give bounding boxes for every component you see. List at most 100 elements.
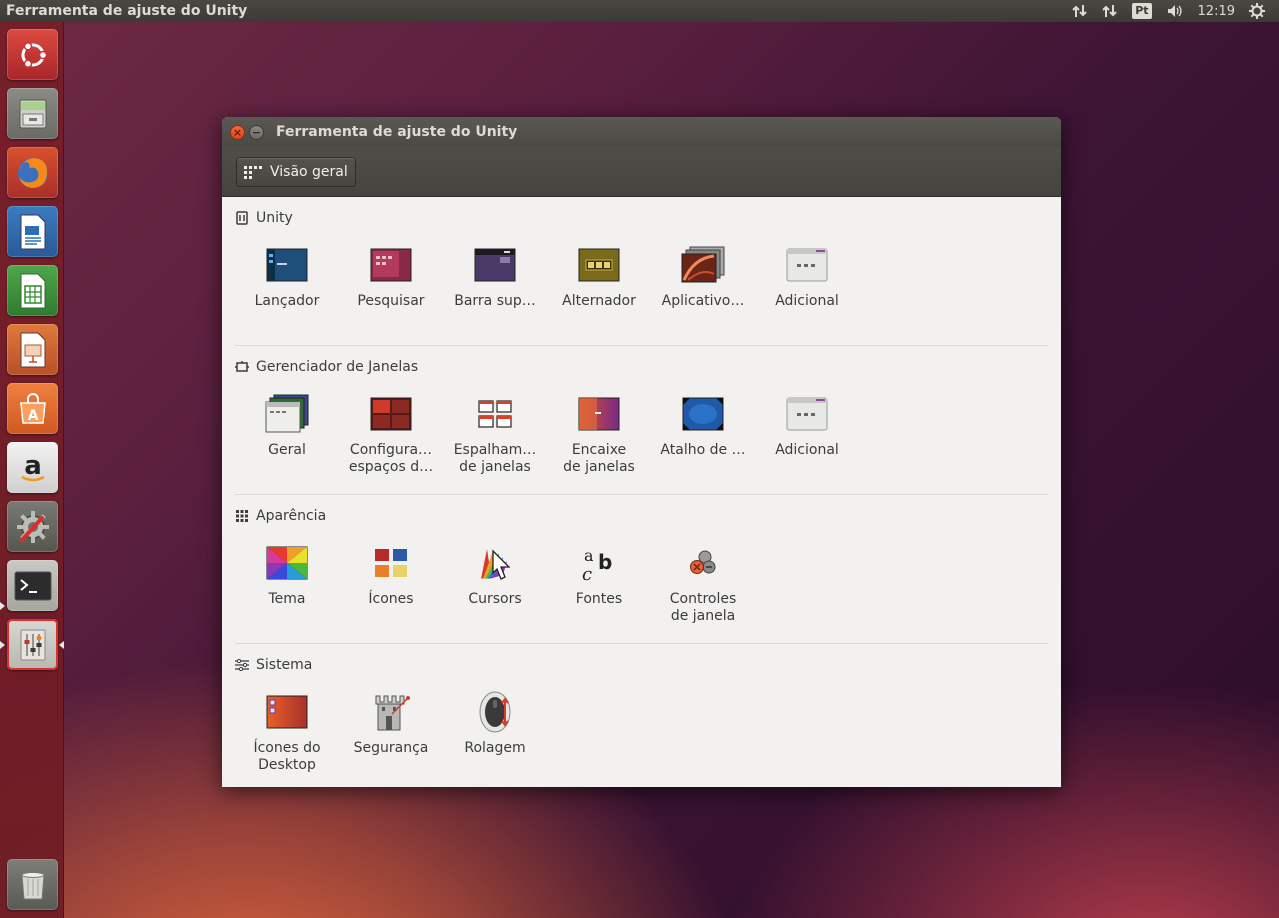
- window-spread-icon: [471, 390, 519, 438]
- gear-icon[interactable]: [1249, 3, 1265, 19]
- network-icon[interactable]: [1072, 3, 1088, 19]
- minimize-icon: −: [251, 125, 262, 139]
- item-label: Tema: [268, 591, 306, 607]
- launcher-item-trash[interactable]: [7, 859, 58, 910]
- item-label: Alternador: [562, 293, 636, 309]
- section-unity: Unity Lançador Pesquisar Barra sup… Alte…: [235, 207, 1048, 346]
- top-panel: Ferramenta de ajuste do Unity Pt 12:19: [0, 0, 1279, 22]
- item-fonts[interactable]: abc Fontes: [547, 539, 651, 625]
- launcher-icon: [263, 241, 311, 289]
- window-controls-icon: [679, 539, 727, 587]
- item-label: Segurança: [353, 740, 429, 756]
- item-label: Controles de janela: [669, 591, 737, 624]
- unity-section-icon: [235, 211, 249, 225]
- amazon-icon: a: [20, 451, 45, 481]
- section-title: Unity: [256, 210, 293, 226]
- keyboard-layout-indicator[interactable]: Pt: [1132, 3, 1152, 19]
- item-icons[interactable]: Ícones: [339, 539, 443, 625]
- item-security[interactable]: Segurança: [339, 688, 443, 774]
- item-label: Cursors: [468, 591, 522, 607]
- workspace-icon: [367, 390, 415, 438]
- network-icon-2[interactable]: [1102, 3, 1118, 19]
- section-items: Geral Configura… espaços d… Espalham… de…: [235, 378, 1048, 476]
- item-window-snapping[interactable]: Encaixe de janelas: [547, 390, 651, 476]
- launcher-running-indicator: [0, 602, 5, 610]
- launcher-item-calc[interactable]: [7, 265, 58, 316]
- item-label: Atalho de …: [660, 442, 746, 458]
- item-workspace-settings[interactable]: Configura… espaços d…: [339, 390, 443, 476]
- panel-app-title: Ferramenta de ajuste do Unity: [6, 3, 248, 19]
- item-search[interactable]: Pesquisar: [339, 241, 443, 310]
- tweak-tool-icon: [20, 629, 45, 660]
- section-system: Sistema Ícones do Desktop Segurança Rola…: [235, 654, 1048, 787]
- desktop-icons-icon: [263, 688, 311, 736]
- section-title: Sistema: [256, 657, 313, 673]
- system-section-icon: [235, 658, 249, 672]
- hotcorners-icon: [679, 390, 727, 438]
- item-label: Ícones: [368, 591, 414, 607]
- item-desktop-icons[interactable]: Ícones do Desktop: [235, 688, 339, 774]
- launcher-item-firefox[interactable]: [7, 147, 58, 198]
- terminal-icon: [14, 571, 51, 600]
- firefox-icon: [17, 157, 48, 188]
- section-title: Gerenciador de Janelas: [256, 359, 419, 375]
- search-icon: [367, 241, 415, 289]
- svg-text:a: a: [584, 546, 594, 565]
- section-title: Aparência: [256, 508, 327, 524]
- launcher-item-system-settings[interactable]: [7, 501, 58, 552]
- item-label: Aplicativo…: [661, 293, 745, 309]
- item-additional-wm[interactable]: Adicional: [755, 390, 859, 476]
- item-label: Ícones do Desktop: [253, 740, 321, 773]
- ubuntu-logo-icon: [21, 41, 47, 68]
- launcher-item-dash[interactable]: [7, 29, 58, 80]
- top-bar-icon: [471, 241, 519, 289]
- launcher-item-unity-tweak-tool[interactable]: [7, 619, 58, 670]
- minimize-button[interactable]: −: [249, 124, 264, 140]
- item-hot-corners[interactable]: Atalho de …: [651, 390, 755, 476]
- launcher-item-software-center[interactable]: A: [7, 383, 58, 434]
- item-label: Adicional: [775, 293, 839, 309]
- launcher-item-impress[interactable]: [7, 324, 58, 375]
- panel-indicators: Pt 12:19: [1072, 0, 1279, 22]
- window-manager-section-icon: [235, 360, 249, 374]
- item-webapps[interactable]: Aplicativo…: [651, 241, 755, 310]
- item-window-controls[interactable]: Controles de janela: [651, 539, 755, 625]
- unity-tweak-tool-window: × − Ferramenta de ajuste do Unity Visão …: [222, 117, 1061, 787]
- section-items: Lançador Pesquisar Barra sup… Alternador…: [235, 229, 1048, 310]
- settings-content: Unity Lançador Pesquisar Barra sup… Alte…: [222, 197, 1061, 787]
- item-scrolling[interactable]: Rolagem: [443, 688, 547, 774]
- security-icon: [367, 688, 415, 736]
- item-additional[interactable]: Adicional: [755, 241, 859, 310]
- scrolling-icon: [471, 688, 519, 736]
- item-window-spread[interactable]: Espalham… de janelas: [443, 390, 547, 476]
- section-header: Gerenciador de Janelas: [235, 356, 1048, 378]
- volume-icon[interactable]: [1166, 3, 1184, 19]
- item-switcher[interactable]: Alternador: [547, 241, 651, 310]
- window-titlebar[interactable]: × − Ferramenta de ajuste do Unity: [222, 117, 1061, 147]
- item-cursors[interactable]: Cursors: [443, 539, 547, 625]
- theme-icon: [263, 539, 311, 587]
- overview-button[interactable]: Visão geral: [236, 156, 356, 187]
- switcher-icon: [575, 241, 623, 289]
- launcher-item-terminal[interactable]: [7, 560, 58, 611]
- section-items: Tema Ícones Cursors abc Fontes Controles…: [235, 527, 1048, 625]
- window-snapping-icon: [575, 390, 623, 438]
- item-general[interactable]: Geral: [235, 390, 339, 476]
- section-header: Aparência: [235, 505, 1048, 527]
- file-cabinet-icon: [19, 99, 46, 128]
- section-appearance: Aparência Tema Ícones Cursors abc Fontes: [235, 505, 1048, 644]
- item-label: Pesquisar: [357, 293, 425, 309]
- fonts-icon: abc: [575, 539, 623, 587]
- webapps-icon: [679, 241, 727, 289]
- item-launcher[interactable]: Lançador: [235, 241, 339, 310]
- section-header: Sistema: [235, 654, 1048, 676]
- launcher-item-writer[interactable]: [7, 206, 58, 257]
- item-label: Fontes: [575, 591, 623, 607]
- clock[interactable]: 12:19: [1198, 4, 1235, 19]
- close-button[interactable]: ×: [230, 124, 245, 140]
- launcher-item-amazon[interactable]: a: [7, 442, 58, 493]
- item-top-bar[interactable]: Barra sup…: [443, 241, 547, 310]
- item-label: Barra sup…: [454, 293, 536, 309]
- launcher-item-files[interactable]: [7, 88, 58, 139]
- item-theme[interactable]: Tema: [235, 539, 339, 625]
